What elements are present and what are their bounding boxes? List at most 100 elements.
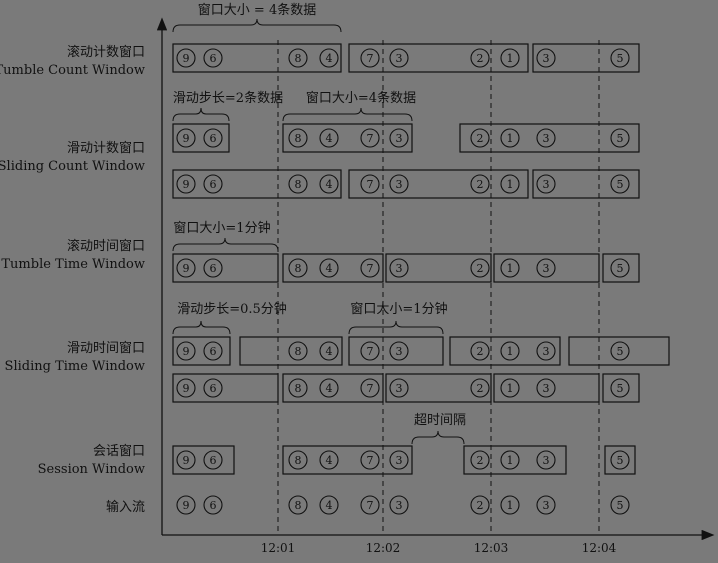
row-label-input-cn: 输入流 <box>106 499 145 515</box>
stream-element-value: 8 <box>295 454 302 467</box>
window-types-diagram: 12:01 12:02 12:03 12:04 滚动计数窗口 Tumble Co… <box>0 0 718 559</box>
stream-element-value: 9 <box>183 132 190 145</box>
stream-element-value: 3 <box>543 345 550 358</box>
stream-element-value: 1 <box>507 345 514 358</box>
stream-element-value: 5 <box>617 52 624 65</box>
brace-window-size-4 <box>172 18 342 33</box>
brace-window-size-1min <box>172 237 279 252</box>
stream-element-value: 6 <box>210 382 217 395</box>
brace-slide-step-05min <box>172 320 231 335</box>
stream-element-value: 2 <box>477 454 484 467</box>
row-label-tumble-time-cn: 滚动时间窗口 <box>67 238 145 254</box>
stream-element-value: 9 <box>183 454 190 467</box>
stream-element-value: 8 <box>295 262 302 275</box>
stream-element-value: 5 <box>617 345 624 358</box>
stream-element-value: 5 <box>617 382 624 395</box>
stream-element-value: 4 <box>326 454 333 467</box>
stream-element-value: 9 <box>183 345 190 358</box>
brace-session-gap <box>411 430 465 445</box>
stream-element-value: 4 <box>326 382 333 395</box>
stream-element-value: 1 <box>507 52 514 65</box>
tick-label: 12:01 <box>261 541 296 555</box>
stream-element-value: 3 <box>396 52 403 65</box>
row-label-sliding-time-en: Sliding Time Window <box>5 359 145 374</box>
stream-element-value: 2 <box>477 52 484 65</box>
stream-element-value: 1 <box>507 262 514 275</box>
stream-element-value: 6 <box>210 178 217 191</box>
stream-element-value: 9 <box>183 499 190 512</box>
stream-element-value: 2 <box>477 132 484 145</box>
stream-element-value: 8 <box>295 178 302 191</box>
stream-element-value: 3 <box>543 132 550 145</box>
diagram-canvas: 12:01 12:02 12:03 12:04 滚动计数窗口 Tumble Co… <box>0 2 715 555</box>
row-label-sliding-count-en: Sliding Count Window <box>0 159 145 174</box>
stream-element-value: 5 <box>617 499 624 512</box>
stream-element-value: 4 <box>326 345 333 358</box>
stream-element-value: 3 <box>543 499 550 512</box>
annotation-window-size-4b: 窗口大小=4条数据 <box>306 90 416 106</box>
annotation-window-size-4: 窗口大小 = 4条数据 <box>198 2 316 18</box>
stream-element-value: 3 <box>396 454 403 467</box>
stream-element-value: 1 <box>507 454 514 467</box>
stream-element-value: 5 <box>617 454 624 467</box>
window-box <box>282 123 413 153</box>
row-label-tumble-count-en: Tumble Count Window <box>0 63 145 78</box>
window-box <box>282 445 413 475</box>
stream-element-value: 6 <box>210 345 217 358</box>
stream-element-value: 4 <box>326 262 333 275</box>
stream-element-value: 6 <box>210 52 217 65</box>
stream-element-value: 3 <box>396 345 403 358</box>
stream-element-value: 1 <box>507 178 514 191</box>
stream-element-value: 7 <box>367 499 374 512</box>
stream-element-value: 2 <box>477 262 484 275</box>
stream-element-value: 6 <box>210 262 217 275</box>
stream-element-value: 4 <box>326 52 333 65</box>
stream-element-value: 6 <box>210 132 217 145</box>
window-box <box>172 123 230 153</box>
stream-element-value: 8 <box>295 499 302 512</box>
tick-label: 12:04 <box>582 541 617 555</box>
brace-window-size-4b <box>282 107 413 122</box>
stream-element-value: 2 <box>477 382 484 395</box>
stream-element-value: 5 <box>617 132 624 145</box>
stream-element-value: 2 <box>477 499 484 512</box>
stream-element-value: 4 <box>326 178 333 191</box>
row-label-sliding-time-cn: 滑动时间窗口 <box>67 340 145 356</box>
stream-element-value: 9 <box>183 52 190 65</box>
annotation-session-gap: 超时间隔 <box>414 413 466 428</box>
stream-element-value: 7 <box>367 178 374 191</box>
stream-element-value: 3 <box>396 178 403 191</box>
row-label-tumble-count-cn: 滚动计数窗口 <box>67 44 145 60</box>
row-label-session-en: Session Window <box>38 462 145 477</box>
stream-element-value: 5 <box>617 262 624 275</box>
annotation-slide-step-05min: 滑动步长=0.5分钟 <box>177 301 287 317</box>
stream-element-value: 7 <box>367 345 374 358</box>
stream-element-value: 8 <box>295 345 302 358</box>
window-box <box>459 123 640 153</box>
brace-window-size-1min-b <box>348 320 444 335</box>
stream-element-value: 3 <box>396 132 403 145</box>
annotation-slide-step-2: 滑动步长=2条数据 <box>173 90 283 106</box>
stream-element-value: 3 <box>396 499 403 512</box>
stream-element-value: 7 <box>367 382 374 395</box>
row-label-session-cn: 会话窗口 <box>93 443 145 459</box>
stream-element-value: 7 <box>367 454 374 467</box>
stream-element-value: 7 <box>367 52 374 65</box>
stream-element-value: 4 <box>326 499 333 512</box>
stream-element-value: 2 <box>477 345 484 358</box>
stream-element-value: 6 <box>210 454 217 467</box>
row-label-tumble-time-en: Tumble Time Window <box>1 257 145 272</box>
window-box <box>172 43 342 73</box>
stream-element-value: 1 <box>507 132 514 145</box>
stream-element-value: 8 <box>295 52 302 65</box>
row-label-sliding-count-cn: 滑动计数窗口 <box>67 140 145 156</box>
stream-element-value: 6 <box>210 499 217 512</box>
annotation-window-size-1min: 窗口大小=1分钟 <box>173 220 270 236</box>
stream-element-value: 3 <box>543 454 550 467</box>
stream-element-value: 3 <box>543 262 550 275</box>
stream-element-value: 3 <box>543 178 550 191</box>
tick-label: 12:03 <box>474 541 509 555</box>
annotation-window-size-1min-b: 窗口大小=1分钟 <box>350 301 447 317</box>
stream-element-value: 3 <box>543 52 550 65</box>
brace-slide-step-2 <box>172 107 230 122</box>
